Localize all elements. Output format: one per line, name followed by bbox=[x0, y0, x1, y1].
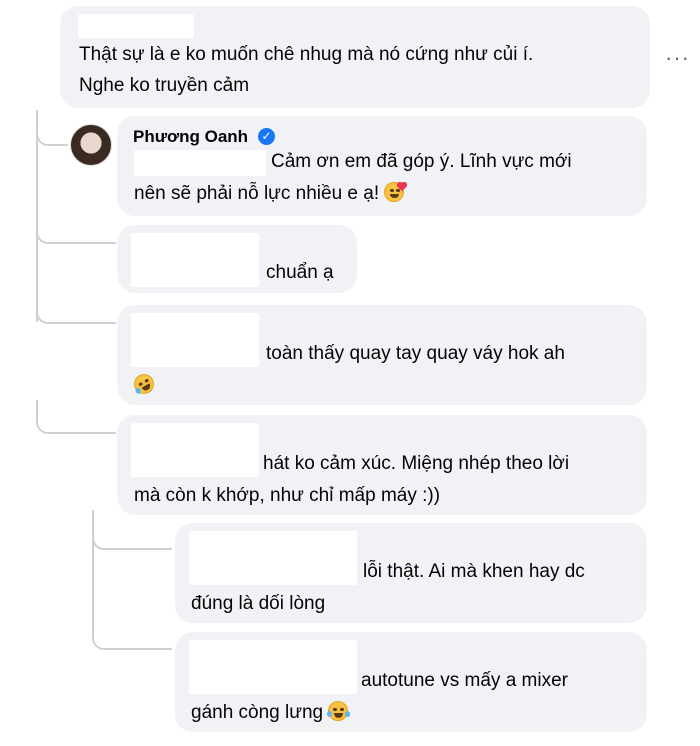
comment-text-line: gánh còng lưng bbox=[191, 697, 351, 728]
comment-bubble[interactable]: Thật sự là e ko muốn chê nhug mà nó cứng… bbox=[60, 6, 650, 108]
comment-text: toàn thấy quay tay quay váy hok ah bbox=[266, 343, 565, 364]
face-with-tears-of-joy-icon bbox=[327, 701, 351, 721]
redacted-author bbox=[131, 423, 259, 477]
redacted-author bbox=[78, 14, 194, 38]
comment-text: nên sẽ phải nỗ lực nhiều e ạ! bbox=[134, 183, 380, 204]
redacted-author bbox=[131, 313, 259, 367]
verified-badge-icon: ✓ bbox=[258, 128, 275, 145]
redacted-author bbox=[189, 640, 357, 694]
thread-curve bbox=[36, 400, 116, 434]
redacted-mention bbox=[134, 150, 266, 176]
comment-text: lỗi thật. Ai mà khen hay dc bbox=[363, 561, 585, 582]
more-options-icon[interactable]: ··· bbox=[665, 47, 690, 69]
author-name[interactable]: Phương Oanh bbox=[133, 125, 248, 149]
comment-text: autotune vs mấy a mixer bbox=[361, 670, 568, 691]
smiling-face-with-hearts-icon bbox=[384, 182, 407, 202]
redacted-author bbox=[131, 233, 259, 287]
thread-curve bbox=[36, 110, 68, 146]
avatar[interactable] bbox=[70, 124, 112, 166]
redacted-author bbox=[189, 531, 357, 585]
comment-text: gánh còng lưng bbox=[191, 702, 324, 723]
thread-curve bbox=[36, 290, 116, 324]
comment-text: hát ko cảm xúc. Miệng nhép theo lời bbox=[263, 453, 570, 474]
comment-text: chuẩn ạ bbox=[266, 262, 334, 283]
thread-curve bbox=[92, 620, 172, 650]
comment-text: Thật sự là e ko muốn chê nhug mà nó cứng… bbox=[79, 44, 534, 65]
comment-text: đúng là dối lòng bbox=[191, 593, 326, 614]
thread-curve bbox=[36, 210, 116, 244]
rolling-on-floor-laughing-icon bbox=[130, 370, 158, 398]
comment-text: mà còn k khớp, như chỉ mấp máy :)) bbox=[134, 485, 441, 506]
comment-text: Nghe ko truyền cảm bbox=[79, 75, 250, 96]
comment-text: Cảm ơn em đã góp ý. Lĩnh vực mới bbox=[271, 151, 572, 172]
thread-curve bbox=[92, 520, 172, 550]
comment-text-line: nên sẽ phải nỗ lực nhiều e ạ! bbox=[134, 178, 407, 209]
comment-text-line bbox=[130, 370, 158, 401]
